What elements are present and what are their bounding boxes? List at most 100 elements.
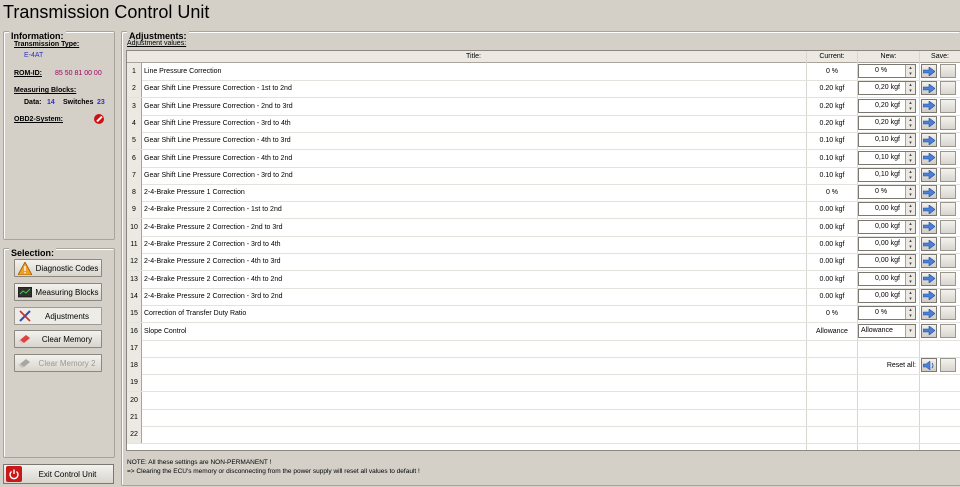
apply-button[interactable] <box>921 288 937 303</box>
new-value-spinner[interactable]: 0,00 kgf ▴ ▾ <box>858 219 916 234</box>
save-checkbox[interactable] <box>940 185 956 200</box>
grid-header: Title: Current: New: Save: <box>127 51 960 63</box>
save-checkbox[interactable] <box>940 271 956 286</box>
row-current-value: 0 % <box>825 310 839 318</box>
row-title: 2-4-Brake Pressure 2 Correction - 3rd to… <box>144 292 283 300</box>
slope-control-select[interactable]: Allowance ▾ <box>858 323 916 338</box>
spinner-arrows-icon[interactable]: ▴ ▾ <box>905 65 915 77</box>
new-value-spinner[interactable]: 0 % ▴ ▾ <box>858 185 916 200</box>
save-checkbox[interactable] <box>940 64 956 78</box>
column-title: Title: <box>466 53 481 60</box>
spinner-value: 0 % <box>875 309 888 317</box>
apply-button[interactable] <box>921 254 937 269</box>
row-number: 11 <box>127 236 142 253</box>
save-checkbox[interactable] <box>940 219 956 234</box>
save-checkbox[interactable] <box>940 81 956 96</box>
apply-button[interactable] <box>921 133 937 148</box>
spinner-arrows-icon[interactable]: ▴ ▾ <box>905 168 915 181</box>
save-checkbox[interactable] <box>940 167 956 182</box>
apply-button[interactable] <box>921 271 937 286</box>
apply-button[interactable] <box>921 219 937 234</box>
diagnostic-codes-button[interactable]: Diagnostic Codes <box>14 259 102 277</box>
spinner-arrows-icon[interactable]: ▴ ▾ <box>905 255 915 268</box>
spinner-arrows-icon[interactable]: ▴ ▾ <box>905 186 915 199</box>
row-current-value: 0 % <box>825 189 839 197</box>
spinner-value: 0,00 kgf <box>875 291 900 299</box>
apply-button[interactable] <box>921 306 937 321</box>
row-number: 18 <box>127 357 142 375</box>
save-checkbox[interactable] <box>940 133 956 148</box>
save-checkbox[interactable] <box>940 254 956 269</box>
reset-all-button[interactable] <box>921 358 937 373</box>
table-row: 9 2-4-Brake Pressure 2 Correction - 1st t… <box>127 201 960 220</box>
new-value-spinner[interactable]: 0,00 kgf ▴ ▾ <box>858 271 916 286</box>
new-value-spinner[interactable]: 0 % ▴ ▾ <box>858 64 916 78</box>
spinner-arrows-icon[interactable]: ▴ ▾ <box>905 151 915 164</box>
data-label: Data: <box>24 99 42 106</box>
apply-button[interactable] <box>921 64 937 78</box>
spinner-arrows-icon[interactable]: ▴ ▾ <box>905 272 915 285</box>
measuring-blocks-button[interactable]: Measuring Blocks <box>14 283 102 301</box>
new-value-spinner[interactable]: 0,10 kgf ▴ ▾ <box>858 133 916 148</box>
new-value-spinner[interactable]: 0 % ▴ ▾ <box>858 306 916 321</box>
obd2-label: OBD2-System: <box>14 116 64 123</box>
clear-memory-button[interactable]: Clear Memory <box>14 330 102 348</box>
new-value-spinner[interactable]: 0,00 kgf ▴ ▾ <box>858 288 916 303</box>
save-checkbox[interactable] <box>940 150 956 165</box>
new-value-spinner[interactable]: 0,20 kgf ▴ ▾ <box>858 98 916 113</box>
save-checkbox[interactable] <box>940 98 956 113</box>
row-current-value: 0.00 kgf <box>819 241 845 248</box>
save-checkbox[interactable] <box>940 115 956 130</box>
clear-memory-2-button[interactable]: Clear Memory 2 <box>14 354 102 372</box>
spinner-arrows-icon[interactable]: ▴ ▾ <box>905 82 915 95</box>
apply-button[interactable] <box>921 81 937 96</box>
apply-button[interactable] <box>921 167 937 182</box>
exit-control-unit-button[interactable]: Exit Control Unit <box>3 464 114 484</box>
row-title: Gear Shift Line Pressure Correction - 1s… <box>144 85 292 93</box>
save-checkbox[interactable] <box>940 237 956 251</box>
new-value-spinner[interactable]: 0,00 kgf ▴ ▾ <box>858 237 916 251</box>
apply-button[interactable] <box>921 202 937 217</box>
new-value-spinner[interactable]: 0,00 kgf ▴ ▾ <box>858 202 916 217</box>
arrow-right-icon <box>923 274 935 284</box>
new-value-spinner[interactable]: 0,20 kgf ▴ ▾ <box>858 115 916 130</box>
apply-button[interactable] <box>921 237 937 251</box>
new-value-spinner[interactable]: 0,00 kgf ▴ ▾ <box>858 254 916 269</box>
spinner-arrows-icon[interactable]: ▴ ▾ <box>905 99 915 112</box>
apply-button[interactable] <box>921 98 937 113</box>
apply-button[interactable] <box>921 115 937 130</box>
spinner-arrows-icon[interactable]: ▴ ▾ <box>905 220 915 233</box>
spinner-value: 0 % <box>875 67 888 74</box>
new-value-spinner[interactable]: 0,20 kgf ▴ ▾ <box>858 81 916 96</box>
spinner-arrows-icon[interactable]: ▴ ▾ <box>905 289 915 302</box>
spinner-arrows-icon[interactable]: ▴ ▾ <box>905 203 915 216</box>
chevron-down-icon[interactable]: ▾ <box>905 324 915 337</box>
switches-label: Switches <box>63 99 94 106</box>
spinner-arrows-icon[interactable]: ▴ ▾ <box>905 307 915 320</box>
reset-all-checkbox[interactable] <box>940 358 956 373</box>
clear-memory-label: Clear Memory <box>41 334 93 344</box>
apply-button[interactable] <box>921 323 937 338</box>
save-checkbox[interactable] <box>940 288 956 303</box>
apply-button[interactable] <box>921 150 937 165</box>
adjustments-button[interactable]: Adjustments <box>14 307 102 325</box>
select-value: Allowance <box>861 326 893 334</box>
information-panel: Information: Transmission Type: E-4AT RO… <box>3 31 115 240</box>
save-checkbox[interactable] <box>940 323 956 338</box>
spinner-arrows-icon[interactable]: ▴ ▾ <box>905 238 915 250</box>
table-row: 17 <box>127 339 960 358</box>
row-title: Gear Shift Line Pressure Correction - 2n… <box>144 102 293 110</box>
spinner-value: 0,00 kgf <box>875 274 900 282</box>
arrow-right-icon <box>923 66 935 76</box>
table-row: 12 2-4-Brake Pressure 2 Correction - 4th … <box>127 253 960 272</box>
new-value-spinner[interactable]: 0,10 kgf ▴ ▾ <box>858 167 916 182</box>
spinner-arrows-icon[interactable]: ▴ ▾ <box>905 116 915 129</box>
diagnostic-codes-label: Diagnostic Codes <box>35 263 99 273</box>
apply-button[interactable] <box>921 185 937 200</box>
save-checkbox[interactable] <box>940 202 956 217</box>
row-current-value: 0.20 kgf <box>819 102 845 110</box>
exit-control-unit-label: Exit Control Unit <box>38 469 97 479</box>
save-checkbox[interactable] <box>940 306 956 321</box>
spinner-arrows-icon[interactable]: ▴ ▾ <box>905 134 915 147</box>
new-value-spinner[interactable]: 0,10 kgf ▴ ▾ <box>858 150 916 165</box>
